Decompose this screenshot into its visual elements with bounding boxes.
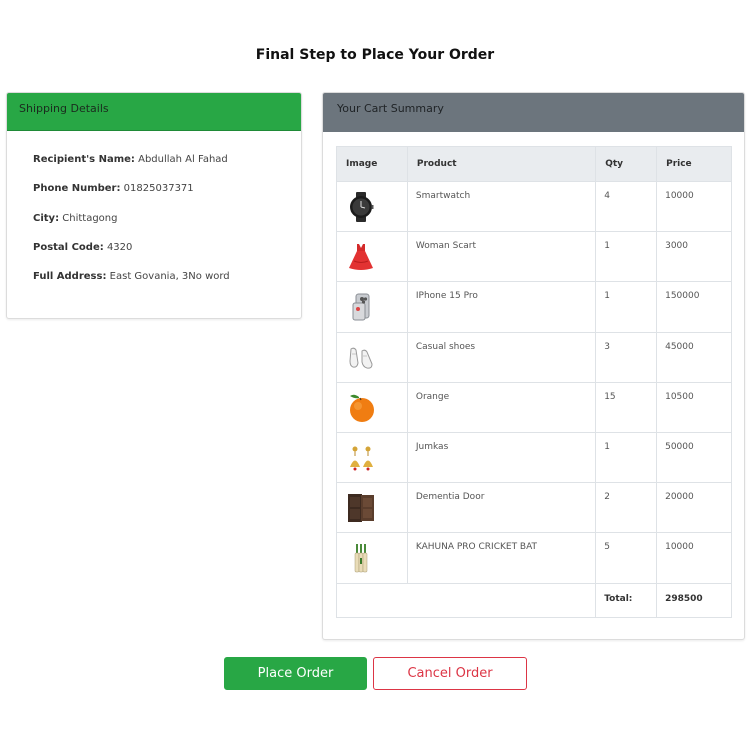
product-price: 150000 — [656, 281, 732, 333]
postal-code-value: 4320 — [106, 241, 133, 253]
phone-number-row: Phone Number: 01825037371 — [33, 182, 275, 211]
product-image-cell — [336, 281, 408, 333]
product-name: Dementia Door — [406, 482, 597, 534]
product-image-cell — [336, 482, 408, 534]
phone-number-value: 01825037371 — [123, 183, 194, 195]
product-price: 3000 — [656, 231, 732, 283]
city-label: City: — [33, 212, 60, 224]
product-qty: 1 — [595, 281, 658, 333]
shipping-details-card: Shipping Details Recipient's Name: Abdul… — [6, 92, 302, 319]
place-order-button[interactable]: Place Order — [224, 657, 367, 690]
product-name: KAHUNA PRO CRICKET BAT — [406, 532, 597, 584]
recipient-name-value: Abdullah Al Fahad — [138, 154, 228, 165]
orange-icon — [350, 395, 374, 423]
cart-row: Casual shoes 3 45000 — [336, 331, 732, 383]
cart-summary-card: Your Cart Summary Image Product Qty Pric… — [322, 92, 745, 640]
cart-table-header-row: Image Product Qty Price — [336, 146, 732, 182]
product-image-cell — [336, 381, 408, 433]
product-qty: 2 — [595, 482, 658, 534]
product-qty: 4 — [595, 180, 658, 233]
cart-row: IPhone 15 Pro 1 150000 — [336, 281, 732, 333]
product-name: IPhone 15 Pro — [406, 281, 597, 333]
cart-row: KAHUNA PRO CRICKET BAT 5 10000 — [336, 532, 732, 584]
product-image-cell — [336, 431, 408, 484]
product-price: 20000 — [656, 482, 732, 534]
cart-row: Dementia Door 2 20000 — [336, 482, 732, 534]
total-value: 298500 — [656, 582, 732, 618]
cart-summary-header: Your Cart Summary — [323, 93, 744, 132]
product-image-cell — [336, 532, 408, 584]
product-name: Orange — [406, 381, 597, 433]
column-header-product: Product — [406, 146, 597, 182]
earrings-icon — [350, 446, 373, 471]
door-icon — [348, 493, 374, 522]
city-value: Chittagong — [62, 212, 118, 224]
shipping-details-header: Shipping Details — [7, 93, 301, 131]
column-header-image: Image — [336, 146, 408, 182]
red-dress-icon — [349, 243, 373, 270]
recipient-name-row: Recipient's Name: Abdullah Al Fahad — [33, 153, 275, 182]
total-spacer — [335, 582, 597, 618]
page-title: Final Step to Place Your Order — [255, 47, 495, 63]
product-qty: 5 — [595, 532, 658, 584]
cart-total-row: Total: 298500 — [335, 582, 732, 618]
cart-row: Jumkas 1 50000 — [336, 431, 732, 484]
product-image-cell — [336, 180, 408, 233]
full-address-value: East Govania, 3No word — [109, 271, 230, 283]
product-price: 10000 — [656, 180, 732, 233]
city-row: City: Chittagong — [33, 212, 275, 241]
cancel-order-button[interactable]: Cancel Order — [373, 657, 527, 690]
product-price: 10000 — [656, 532, 732, 584]
product-qty: 1 — [595, 231, 658, 283]
cart-row: Orange 15 10500 — [336, 381, 732, 433]
product-qty: 15 — [595, 381, 658, 433]
cricket-bat-icon — [354, 543, 368, 573]
product-name: Casual shoes — [406, 331, 597, 383]
cart-row: Smartwatch 4 10000 — [336, 180, 732, 233]
column-header-price: Price — [656, 146, 732, 182]
product-image-cell — [336, 231, 408, 283]
full-address-row: Full Address: East Govania, 3No word — [33, 270, 275, 299]
product-qty: 1 — [595, 431, 658, 484]
smartwatch-icon — [350, 191, 374, 222]
cart-table: Image Product Qty Price Smartwatch 4 100… — [335, 146, 732, 618]
product-name: Woman Scart — [406, 231, 597, 283]
postal-code-label: Postal Code: — [33, 241, 104, 253]
product-price: 50000 — [656, 431, 732, 484]
full-address-label: Full Address: — [33, 271, 107, 283]
cart-row: Woman Scart 1 3000 — [336, 231, 732, 283]
recipient-name-label: Recipient's Name: — [33, 154, 135, 165]
shipping-details-body: Recipient's Name: Abdullah Al Fahad Phon… — [7, 131, 301, 299]
column-header-qty: Qty — [595, 146, 658, 182]
shoes-icon — [349, 347, 373, 369]
phone-icon — [352, 293, 370, 321]
phone-number-label: Phone Number: — [33, 183, 121, 195]
product-qty: 3 — [595, 331, 658, 383]
postal-code-row: Postal Code: 4320 — [33, 241, 275, 270]
product-name: Smartwatch — [406, 180, 597, 233]
product-price: 45000 — [656, 331, 732, 383]
product-price: 10500 — [656, 381, 732, 433]
total-label: Total: — [595, 582, 658, 618]
product-image-cell — [336, 331, 408, 383]
product-name: Jumkas — [406, 431, 597, 484]
